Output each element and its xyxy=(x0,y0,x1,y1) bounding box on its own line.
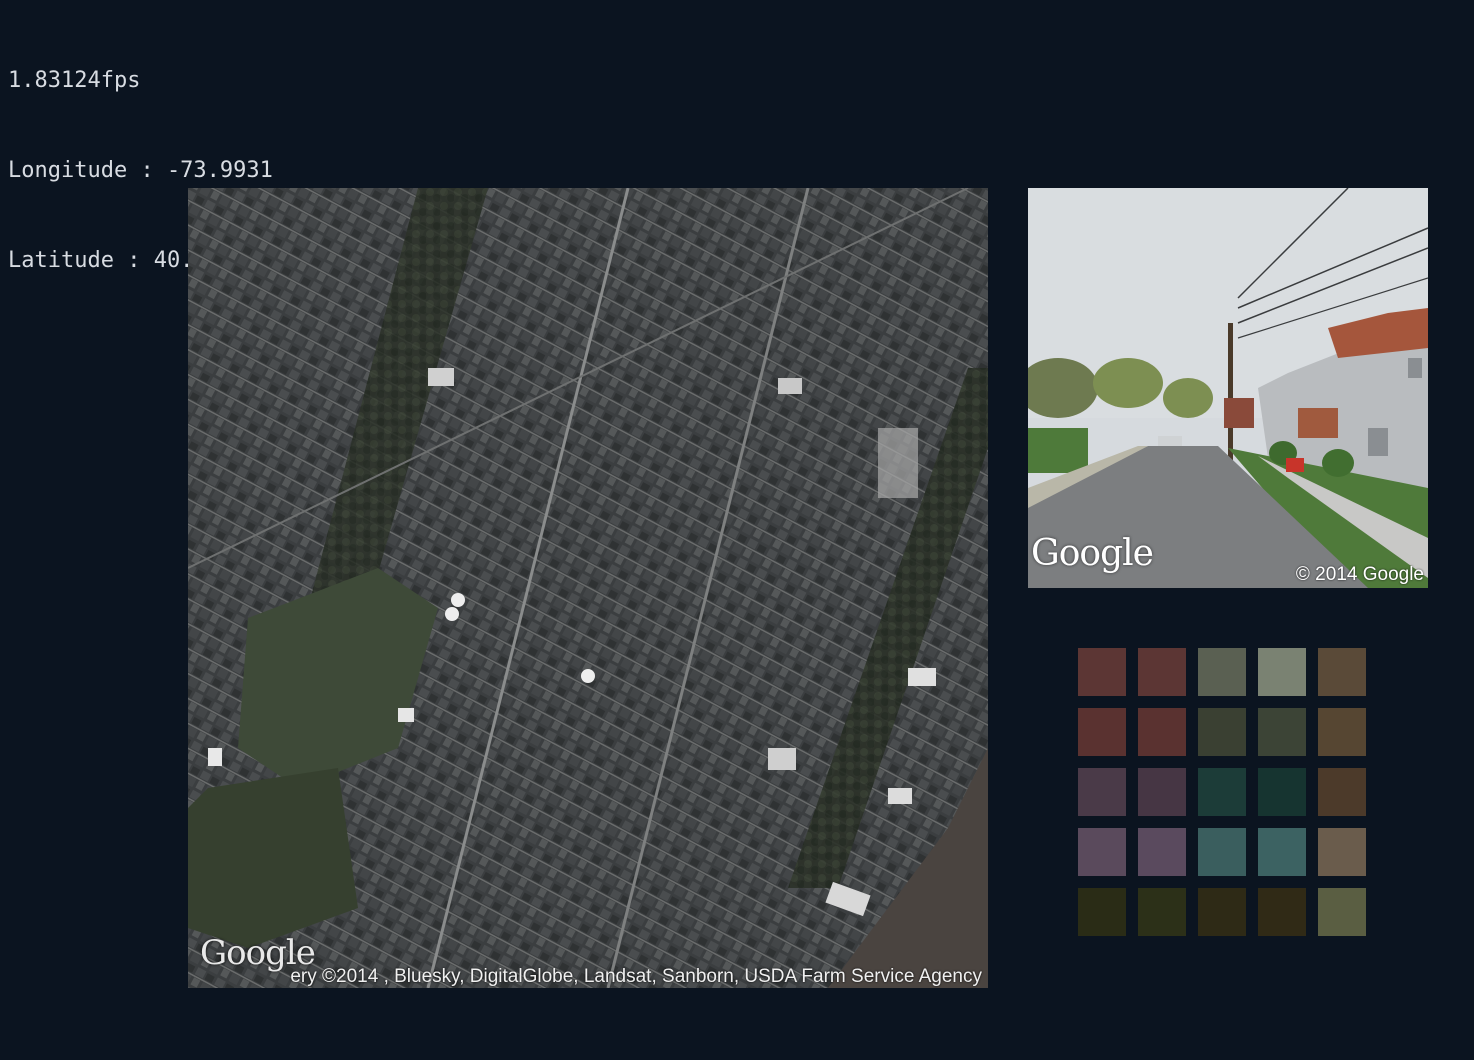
color-swatch xyxy=(1258,828,1306,876)
color-swatch xyxy=(1138,708,1186,756)
color-swatch xyxy=(1198,888,1246,936)
color-swatch xyxy=(1258,888,1306,936)
color-swatch xyxy=(1198,708,1246,756)
color-swatch xyxy=(1318,888,1366,936)
color-swatch xyxy=(1078,828,1126,876)
imagery-credit: ery ©2014 , Bluesky, DigitalGlobe, Lands… xyxy=(290,966,982,987)
color-swatch xyxy=(1318,708,1366,756)
fps-readout: 1.83124fps xyxy=(8,68,141,93)
color-swatch xyxy=(1318,648,1366,696)
aerial-satellite-image xyxy=(188,188,988,988)
street-view-image xyxy=(1028,188,1428,588)
color-swatch xyxy=(1078,768,1126,816)
color-swatch xyxy=(1198,828,1246,876)
color-palette-grid xyxy=(1078,648,1366,936)
color-swatch xyxy=(1138,888,1186,936)
color-swatch xyxy=(1078,708,1126,756)
aerial-satellite-view[interactable]: Google ery ©2014 , Bluesky, DigitalGlobe… xyxy=(188,188,988,988)
longitude-readout: Longitude : -73.9931 xyxy=(8,158,273,183)
street-view-panel[interactable]: Google © 2014 Google xyxy=(1028,188,1428,588)
color-swatch xyxy=(1318,828,1366,876)
color-swatch xyxy=(1258,648,1306,696)
color-swatch xyxy=(1138,828,1186,876)
color-swatch xyxy=(1258,708,1306,756)
google-logo: Google xyxy=(1031,533,1154,574)
color-swatch xyxy=(1198,768,1246,816)
color-swatch xyxy=(1138,768,1186,816)
color-swatch xyxy=(1318,768,1366,816)
color-swatch xyxy=(1138,648,1186,696)
color-swatch xyxy=(1078,888,1126,936)
street-view-credit: © 2014 Google xyxy=(1295,564,1424,585)
color-swatch xyxy=(1258,768,1306,816)
color-swatch xyxy=(1198,648,1246,696)
color-swatch xyxy=(1078,648,1126,696)
